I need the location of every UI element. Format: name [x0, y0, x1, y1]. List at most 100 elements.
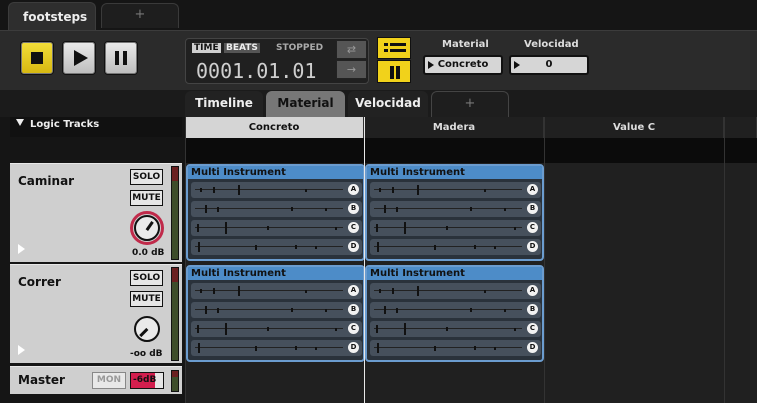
- play-button[interactable]: [62, 41, 96, 75]
- track-master[interactable]: Master MON -6dB: [10, 366, 182, 394]
- mute-button[interactable]: MUTE: [130, 291, 163, 307]
- waveform-spike: [494, 245, 496, 249]
- list-icon: [384, 43, 388, 46]
- waveform-spike: [325, 207, 327, 211]
- instrument-lane[interactable]: A: [191, 283, 362, 299]
- mute-button[interactable]: MUTE: [130, 190, 163, 206]
- tab-footsteps[interactable]: footsteps: [8, 2, 96, 30]
- waveform-spike: [315, 346, 317, 350]
- tab-timeline[interactable]: Timeline: [185, 91, 263, 117]
- clip-multi-instrument[interactable]: Multi Instrument A B C D: [365, 164, 544, 261]
- param-material-label: Material: [442, 39, 489, 50]
- waveform-spike: [504, 308, 506, 312]
- instrument-lane[interactable]: A: [370, 283, 541, 299]
- instrument-lane[interactable]: C: [191, 321, 362, 337]
- lane-label-badge: C: [527, 323, 538, 334]
- waveform-spike: [335, 327, 337, 331]
- triangle-icon: [514, 61, 520, 69]
- instrument-lane[interactable]: A: [370, 182, 541, 198]
- waveform-spike: [217, 206, 219, 212]
- beats-mode-tag[interactable]: BEATS: [224, 43, 260, 53]
- waveform-spike: [417, 185, 419, 195]
- follow-arrow-icon[interactable]: →: [336, 60, 367, 79]
- column-header-madera[interactable]: Madera: [365, 117, 544, 138]
- instrument-lane[interactable]: D: [191, 239, 362, 255]
- waveform-spike: [295, 245, 297, 249]
- waveform-spike: [417, 286, 419, 296]
- lane-label-badge: C: [348, 323, 359, 334]
- waveform-spike: [396, 206, 398, 212]
- instrument-lane[interactable]: C: [191, 220, 362, 236]
- pause-toggle-button[interactable]: [377, 60, 411, 83]
- instrument-lane[interactable]: D: [370, 239, 541, 255]
- waveform-spike: [384, 205, 386, 213]
- lane-label-badge: D: [527, 342, 538, 353]
- time-mode-tag[interactable]: TIME: [192, 43, 221, 53]
- waveform-spike: [474, 346, 476, 350]
- waveform-spike: [255, 345, 257, 351]
- logic-tracks-header[interactable]: Logic Tracks: [10, 117, 182, 137]
- instrument-lane[interactable]: C: [370, 321, 541, 337]
- track-name: Master: [18, 373, 65, 387]
- transport-status: STOPPED: [276, 43, 324, 53]
- instrument-lane[interactable]: C: [370, 220, 541, 236]
- volume-knob[interactable]: [134, 215, 160, 241]
- instrument-lane[interactable]: B: [370, 302, 541, 318]
- waveform-spike: [434, 345, 436, 351]
- tab-material[interactable]: Material: [266, 91, 345, 117]
- list-view-button[interactable]: [377, 37, 411, 59]
- lane-label-badge: B: [348, 203, 359, 214]
- track-caminar[interactable]: Caminar SOLO MUTE 0.0 dB: [10, 163, 182, 262]
- waveform-spike: [217, 307, 219, 313]
- waveform-spike: [474, 245, 476, 249]
- add-parameter-tab-button[interactable]: +: [431, 91, 509, 117]
- param-material-value[interactable]: Concreto: [423, 55, 503, 75]
- waveform-spike: [494, 346, 496, 350]
- waveform: [195, 290, 343, 291]
- expand-triangle-icon[interactable]: [18, 244, 25, 254]
- track-name: Correr: [18, 275, 61, 289]
- instrument-lane[interactable]: D: [370, 340, 541, 356]
- triangle-icon: [428, 61, 434, 69]
- instrument-lane[interactable]: B: [191, 302, 362, 318]
- waveform-spike: [377, 343, 379, 353]
- lane-label-badge: A: [527, 184, 538, 195]
- waveform-spike: [267, 327, 269, 331]
- expand-triangle-icon[interactable]: [18, 345, 25, 355]
- pause-button[interactable]: [104, 41, 138, 75]
- param-velocidad-label: Velocidad: [524, 39, 579, 50]
- waveform-spike: [291, 207, 293, 211]
- lane-label-badge: B: [527, 203, 538, 214]
- track-correr[interactable]: Correr SOLO MUTE -oo dB: [10, 264, 182, 363]
- loop-icon[interactable]: ⇄: [336, 40, 367, 59]
- stop-button[interactable]: [20, 41, 54, 75]
- monitor-button[interactable]: MON: [92, 372, 126, 389]
- instrument-lane[interactable]: B: [370, 201, 541, 217]
- waveform-spike: [238, 185, 240, 195]
- column-header-concreto[interactable]: Concreto: [185, 117, 364, 138]
- solo-button[interactable]: SOLO: [130, 270, 163, 286]
- param-velocidad-value[interactable]: 0: [509, 55, 589, 75]
- instrument-lane[interactable]: B: [191, 201, 362, 217]
- waveform-spike: [198, 343, 200, 353]
- instrument-lane[interactable]: A: [191, 182, 362, 198]
- add-tab-button[interactable]: +: [101, 3, 179, 28]
- clip-multi-instrument[interactable]: Multi Instrument A B C D: [186, 265, 365, 362]
- waveform: [374, 290, 522, 291]
- waveform-spike: [197, 224, 199, 232]
- instrument-lane[interactable]: D: [191, 340, 362, 356]
- column-header-value-c[interactable]: Value C: [545, 117, 724, 138]
- waveform: [374, 347, 522, 348]
- clip-multi-instrument[interactable]: Multi Instrument A B C D: [365, 265, 544, 362]
- volume-readout: -oo dB: [130, 349, 163, 359]
- master-volume-slider[interactable]: -6dB: [130, 372, 164, 389]
- lane-label-badge: D: [527, 241, 538, 252]
- waveform-spike: [295, 346, 297, 350]
- tab-velocidad[interactable]: Velocidad: [348, 91, 428, 117]
- volume-knob[interactable]: [134, 316, 160, 342]
- solo-button[interactable]: SOLO: [130, 169, 163, 185]
- clip-multi-instrument[interactable]: Multi Instrument A B C D: [186, 164, 365, 261]
- column-divider: [544, 117, 545, 403]
- waveform-spike: [213, 288, 215, 294]
- waveform-spike: [484, 289, 486, 293]
